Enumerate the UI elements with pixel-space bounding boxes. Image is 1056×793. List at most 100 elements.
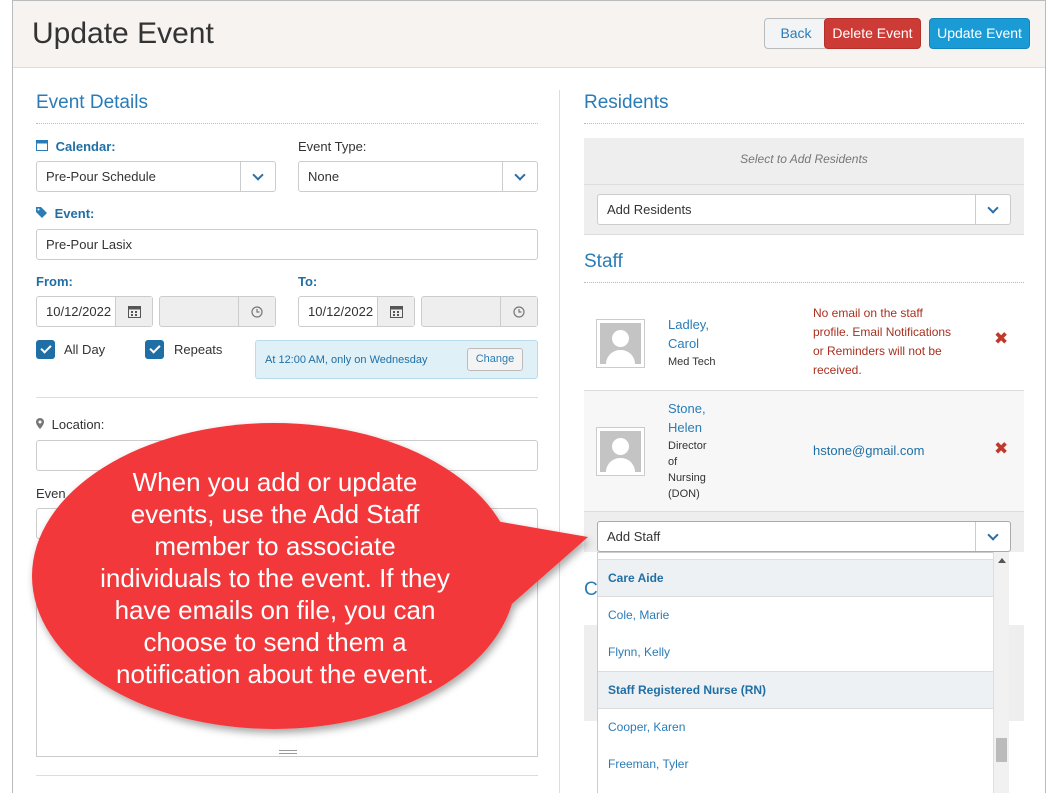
to-date-input[interactable]: 10/12/2022 [298, 296, 415, 327]
remove-staff-icon[interactable]: ✖ [994, 439, 1008, 459]
staff-last-name: Ladley, [668, 317, 709, 332]
event-label: Event: [36, 206, 94, 221]
delete-event-button[interactable]: Delete Event [824, 18, 921, 49]
panel-divider [584, 184, 1024, 185]
repeat-summary-text: At 12:00 AM, only on Wednesday [265, 354, 428, 366]
residents-title: Residents [584, 92, 669, 113]
change-repeat-button[interactable]: Change [467, 348, 523, 371]
callout-text: When you add or update events, use the A… [70, 466, 480, 690]
dropdown-option[interactable]: Cooper, Karen [598, 709, 1008, 746]
dropdown-scrollbar[interactable] [993, 552, 1009, 793]
next-section-title: C [584, 579, 598, 600]
location-label: Location: [36, 417, 104, 432]
staff-email[interactable]: hstone@gmail.com [813, 443, 924, 458]
section-divider [36, 397, 538, 398]
event-name-input[interactable]: Pre-Pour Lasix [36, 229, 538, 260]
section-divider [584, 123, 1024, 124]
callout-line: member to associate [154, 531, 396, 561]
callout-line: have emails on file, you can [114, 595, 436, 625]
staff-role: Director of Nursing (DON) [668, 438, 707, 502]
map-marker-icon [36, 417, 48, 432]
tag-icon [36, 206, 51, 221]
callout-line: notification about the event. [115, 659, 434, 689]
add-staff-placeholder: Add Staff [607, 529, 661, 544]
back-button[interactable]: Back [764, 18, 828, 49]
calendar-icon[interactable] [115, 297, 152, 326]
event-name-value: Pre-Pour Lasix [46, 237, 132, 252]
add-residents-placeholder: Add Residents [607, 202, 692, 217]
callout-line: individuals to the event. If they [100, 563, 450, 593]
calendar-select[interactable]: Pre-Pour Schedule [36, 161, 276, 192]
dropdown-group-rn: Staff Registered Nurse (RN) [598, 671, 1008, 709]
from-date-input[interactable]: 10/12/2022 [36, 296, 153, 327]
from-date-value: 10/12/2022 [46, 304, 112, 319]
warning-line: or Reminders will not be [813, 344, 942, 358]
event-type-select[interactable]: None [298, 161, 538, 192]
to-label: To: [298, 274, 318, 289]
warning-line: No email on the staff [813, 306, 923, 320]
chevron-down-icon [975, 195, 1010, 224]
clock-icon[interactable] [238, 297, 275, 326]
callout-line: When you add or update [132, 467, 418, 497]
role-line: Nursing [668, 472, 706, 484]
role-line: of [668, 456, 678, 468]
staff-first-name: Carol [668, 336, 700, 351]
event-notes-label: Even [36, 486, 66, 501]
avatar [596, 319, 645, 368]
dropdown-option[interactable]: Flynn, Kelly [598, 634, 1008, 671]
callout-line: choose to send them a [143, 627, 407, 657]
add-staff-select[interactable]: Add Staff [597, 521, 1011, 552]
residents-hint: Select to Add Residents [740, 152, 868, 166]
calendar-icon[interactable] [377, 297, 414, 326]
warning-line: profile. Email Notifications [813, 325, 952, 339]
remove-staff-icon[interactable]: ✖ [994, 329, 1008, 349]
staff-first-name: Helen [668, 420, 702, 435]
staff-row: Stone, Helen Director of Nursing (DON) h… [584, 391, 1024, 512]
scrollbar-thumb[interactable] [996, 738, 1007, 762]
staff-last-name: Stone, [668, 401, 706, 416]
dropdown-option[interactable]: Cole, Marie [598, 597, 1008, 634]
calendar-label: Calendar: [36, 139, 116, 154]
page-title: Update Event [32, 17, 214, 50]
to-date-value: 10/12/2022 [308, 304, 374, 319]
from-time-input[interactable] [159, 296, 276, 327]
update-event-button[interactable]: Update Event [929, 18, 1030, 49]
dropdown-option[interactable]: Freeman, Tyler [598, 746, 1008, 783]
warning-line: received. [813, 363, 862, 377]
staff-name[interactable]: Stone, Helen [668, 399, 706, 437]
chevron-down-icon [240, 162, 275, 191]
add-staff-dropdown: Care Aide Cole, Marie Flynn, Kelly Staff… [597, 552, 1009, 793]
to-time-input[interactable] [421, 296, 538, 327]
no-email-warning: No email on the staff profile. Email Not… [813, 304, 951, 380]
callout-line: events, use the Add Staff [130, 499, 420, 529]
staff-role: Med Tech [668, 356, 716, 368]
repeat-summary-box: At 12:00 AM, only on Wednesday Change [255, 340, 538, 379]
section-divider [584, 282, 1024, 283]
clock-icon[interactable] [500, 297, 537, 326]
staff-name[interactable]: Ladley, Carol [668, 315, 709, 353]
section-divider [36, 123, 538, 124]
event-type-select-value: None [308, 169, 340, 184]
staff-row: Ladley, Carol Med Tech No email on the s… [584, 293, 1024, 391]
resize-grip-icon[interactable] [279, 750, 297, 754]
calendar-icon [36, 139, 52, 154]
all-day-label: All Day [64, 342, 106, 357]
event-type-label: Event Type: [298, 139, 367, 154]
dropdown-group-care-aide: Care Aide [598, 559, 1008, 597]
column-divider [559, 90, 560, 793]
calendar-select-value: Pre-Pour Schedule [46, 169, 156, 184]
chevron-down-icon [502, 162, 537, 191]
add-residents-select[interactable]: Add Residents [597, 194, 1011, 225]
all-day-checkbox[interactable] [36, 340, 55, 359]
avatar [596, 427, 645, 476]
event-label-text: Event: [54, 206, 95, 221]
repeats-checkbox[interactable] [145, 340, 164, 359]
location-label-text: Location: [51, 417, 105, 432]
from-label: From: [36, 274, 73, 289]
role-line: Director [668, 440, 707, 452]
header-bar: Update Event Back Delete Event Update Ev… [13, 1, 1045, 68]
role-line: (DON) [668, 488, 700, 500]
scroll-up-icon[interactable] [998, 558, 1006, 563]
staff-title: Staff [584, 251, 623, 272]
repeats-label: Repeats [174, 342, 223, 357]
